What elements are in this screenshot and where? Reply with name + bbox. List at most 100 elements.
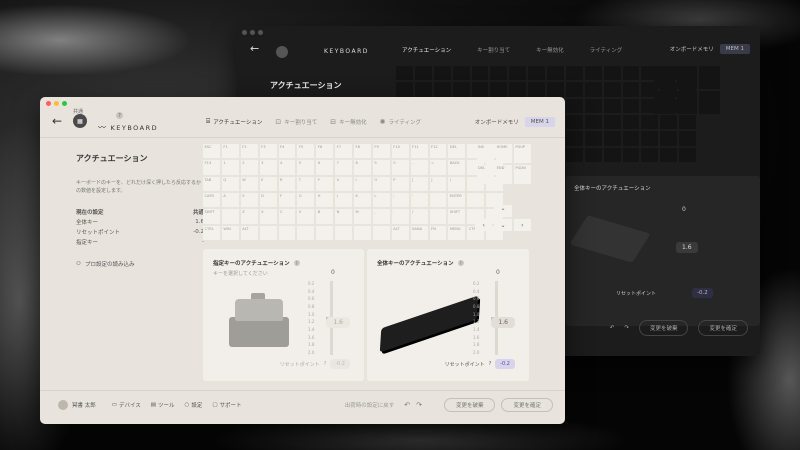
key[interactable]: L [372,192,390,208]
key[interactable]: 1 [221,160,239,175]
key[interactable]: J [335,192,352,208]
key[interactable]: O [372,176,390,191]
window-controls[interactable] [46,101,67,106]
dark-key[interactable] [396,66,413,81]
actuation-value[interactable]: 1.6 [676,242,698,253]
dark-key[interactable] [603,66,621,81]
help-icon[interactable]: ? [293,260,300,266]
key[interactable]: \ [448,176,466,191]
nav-key[interactable]: END [495,165,513,184]
zoom-dot[interactable] [62,101,67,106]
key[interactable]: ALT [240,225,258,240]
dark-key[interactable] [565,66,583,81]
close-dot[interactable] [46,101,51,106]
arrow-key[interactable]: › [513,219,531,231]
dark-key[interactable] [641,114,659,130]
nav-key[interactable]: PGDN [514,165,531,184]
user-account[interactable]: 冥書 太郎 [58,400,96,410]
key[interactable]: WIN [221,225,239,240]
key[interactable]: F7 [335,144,352,159]
tab-lighting[interactable]: ✺ ライティング [380,117,421,126]
dark-nav-key[interactable] [654,66,675,89]
dark-key[interactable] [547,82,564,97]
confirm-button[interactable]: 変更を確定 [501,398,553,412]
help-icon[interactable]: ? [116,112,123,119]
key[interactable]: F13 [203,160,220,175]
key[interactable] [372,225,390,240]
key[interactable]: , [372,209,390,224]
key[interactable]: I [354,176,371,191]
dark-key[interactable] [471,82,489,97]
back-arrow-icon[interactable]: ← [52,114,62,128]
tab-keymap[interactable]: キー割り当て [477,46,510,54]
tab-key-disable[interactable]: ⊟ キー無効化 [330,117,366,126]
key[interactable]: ' [410,192,428,208]
key[interactable]: 5 [297,160,315,175]
dark-key[interactable] [679,131,696,146]
dark-key[interactable] [622,147,640,162]
key[interactable]: KANA [410,225,428,240]
key[interactable]: R [278,176,296,191]
key[interactable]: ENTER [448,192,466,208]
nav-key[interactable]: PGUP [514,144,531,163]
dark-key[interactable] [660,131,678,146]
dark-window-controls[interactable] [242,30,263,35]
key[interactable]: Q [221,176,239,191]
dark-key[interactable] [433,82,451,97]
dark-key[interactable] [679,114,696,130]
dark-key[interactable] [528,82,545,97]
key[interactable] [429,209,447,224]
key[interactable]: SHIFT [203,209,220,224]
dark-key[interactable] [622,131,640,146]
tab-key-disable[interactable]: キー無効化 [536,46,564,54]
dark-nav-key[interactable] [654,91,675,114]
help-icon[interactable]: ? [324,361,327,367]
dark-key[interactable] [584,147,602,162]
key[interactable]: - [410,160,428,175]
dark-key[interactable] [584,66,602,81]
dark-key[interactable] [641,131,659,146]
key[interactable]: P [391,176,409,191]
tab-actuation[interactable]: ⌸ アクチュエーション [206,117,262,126]
actuation-value[interactable]: 1.6 [491,317,515,328]
dark-nav-key[interactable] [699,91,720,114]
key[interactable]: B [316,209,334,224]
dark-key[interactable] [565,82,583,97]
discard-button[interactable]: 変更を破棄 [638,320,689,336]
key[interactable]: ESC [203,144,220,159]
dark-key[interactable] [452,82,470,97]
discard-button[interactable]: 変更を破棄 [443,398,496,412]
dark-key[interactable] [660,114,678,130]
key[interactable]: Z [240,209,258,224]
key[interactable]: U [335,176,352,191]
dark-key[interactable] [603,98,621,113]
dark-key[interactable] [679,147,696,162]
dark-key[interactable] [641,147,659,162]
key[interactable]: D [259,192,277,208]
key[interactable]: V [297,209,315,224]
key[interactable]: / [410,209,428,224]
key[interactable] [259,225,277,240]
dark-key[interactable] [584,98,602,113]
redo-icon[interactable]: ↷ [624,325,629,331]
key[interactable]: F2 [240,144,258,159]
dark-key[interactable] [603,131,621,146]
key[interactable]: MENU [448,225,466,240]
key[interactable]: ; [391,192,409,208]
undo-icon[interactable]: ↶ [610,325,615,331]
key[interactable]: F5 [297,144,315,159]
back-arrow-icon[interactable]: ← [250,42,259,55]
dark-key[interactable] [509,66,527,81]
footer-link-tool[interactable]: ▤ ツール [151,401,175,409]
key[interactable]: N [335,209,352,224]
dark-key[interactable] [622,66,640,81]
dark-key[interactable] [584,114,602,130]
nav-key[interactable]: INS [477,144,494,163]
dark-key[interactable] [622,82,640,97]
key[interactable]: A [221,192,239,208]
key[interactable]: S [240,192,258,208]
key[interactable]: 3 [259,160,277,175]
footer-link-settings[interactable]: ○ 設定 [185,401,203,409]
dark-key[interactable] [528,66,545,81]
dark-key[interactable] [490,66,508,81]
